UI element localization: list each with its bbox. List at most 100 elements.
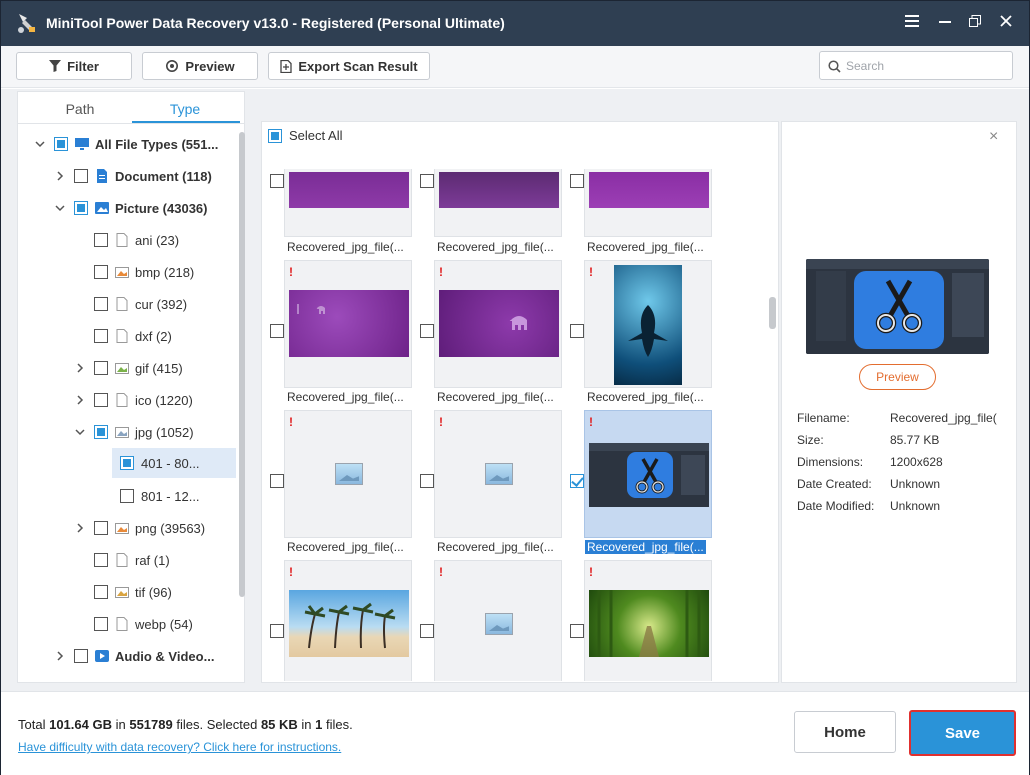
tree-item-ani[interactable]: ani (23) [94,228,179,252]
file-card[interactable] [284,169,412,237]
file-name[interactable]: Recovered_jpg_file(... [437,240,554,254]
file-checkbox[interactable] [270,624,284,638]
file-card[interactable]: ! [284,410,412,538]
tree-checkbox[interactable] [120,456,134,470]
tree-checkbox[interactable] [94,361,108,375]
tree-item-gif[interactable]: gif (415) [72,356,183,380]
file-card[interactable]: ! [284,560,412,681]
grid-scrollbar[interactable] [769,297,776,329]
close-icon[interactable] [996,13,1016,33]
chevron-right-icon[interactable] [52,648,68,664]
tree-checkbox[interactable] [120,489,134,503]
tab-type[interactable]: Type [135,101,235,117]
tree-checkbox[interactable] [74,649,88,663]
tree-checkbox[interactable] [94,393,108,407]
file-name[interactable]: Recovered_jpg_file(... [287,390,404,404]
search-box[interactable] [819,51,1013,80]
tree-checkbox[interactable] [94,553,108,567]
minimize-icon[interactable] [935,13,955,33]
filter-button[interactable]: Filter [16,52,132,80]
file-card[interactable] [584,169,712,237]
tree-checkbox[interactable] [94,265,108,279]
tree-item-audio-video[interactable]: Audio & Video... [52,644,214,668]
file-checkbox[interactable] [270,174,284,188]
search-input[interactable] [846,56,1006,76]
menu-icon[interactable] [902,13,922,33]
tree-item-all-file-types[interactable]: All File Types (551... [32,132,218,156]
file-card-selected[interactable]: ! [584,410,712,538]
file-name[interactable]: Recovered_jpg_file(... [437,390,554,404]
help-link[interactable]: Have difficulty with data recovery? Clic… [18,740,341,754]
tree-item-tif[interactable]: tif (96) [94,580,172,604]
tree-item-dxf[interactable]: dxf (2) [94,324,172,348]
file-grid: Recovered_jpg_file(... Recovered_jpg_fil… [263,169,763,681]
tree-checkbox[interactable] [94,297,108,311]
file-card[interactable]: ! [434,560,562,681]
tree-item-ico[interactable]: ico (1220) [72,388,193,412]
tree-item-size-801-1200[interactable]: 801 - 12... [120,484,200,508]
chevron-right-icon[interactable] [72,392,88,408]
tree-checkbox[interactable] [54,137,68,151]
file-name[interactable]: Recovered_jpg_file(... [587,240,704,254]
preview-button[interactable]: Preview [859,364,936,390]
total-size: 101.64 GB [49,717,112,732]
tree-item-jpg[interactable]: jpg (1052) [72,420,194,444]
file-checkbox[interactable] [270,474,284,488]
file-name[interactable]: Recovered_jpg_file(... [587,390,704,404]
file-card[interactable]: ! [584,260,712,388]
chevron-right-icon[interactable] [52,168,68,184]
tree-checkbox[interactable] [94,329,108,343]
chevron-down-icon[interactable] [32,136,48,152]
chevron-down-icon[interactable] [72,424,88,440]
close-preview-icon[interactable]: × [989,128,998,146]
file-checkbox[interactable] [270,324,284,338]
tree-checkbox[interactable] [94,617,108,631]
tree-item-bmp[interactable]: bmp (218) [94,260,194,284]
save-button[interactable]: Save [909,710,1016,756]
tree-item-picture[interactable]: Picture (43036) [52,196,208,220]
file-checkbox[interactable] [420,174,434,188]
tree-item-size-401-800[interactable]: 401 - 80... [112,448,236,478]
tree-item-cur[interactable]: cur (392) [94,292,187,316]
file-name[interactable]: Recovered_jpg_file(... [287,540,404,554]
chevron-right-icon[interactable] [72,360,88,376]
select-all-checkbox[interactable] [268,128,282,143]
file-checkbox[interactable] [420,474,434,488]
home-button[interactable]: Home [794,711,896,753]
tree-checkbox[interactable] [74,201,88,215]
tree-checkbox[interactable] [94,585,108,599]
tree-item-raf[interactable]: raf (1) [94,548,170,572]
file-name[interactable]: Recovered_jpg_file(... [287,240,404,254]
file-checkbox[interactable] [420,324,434,338]
tree-scrollbar[interactable] [239,132,245,597]
file-type-tree: All File Types (551... Document (118) Pi… [18,128,244,682]
file-checkbox[interactable] [570,624,584,638]
file-checkbox[interactable] [570,324,584,338]
file-name-selected[interactable]: Recovered_jpg_file(... [585,540,706,554]
file-card[interactable]: ! [434,260,562,388]
tree-checkbox[interactable] [94,233,108,247]
file-checkbox-checked[interactable] [570,474,584,488]
file-card[interactable]: ! [434,410,562,538]
file-card[interactable] [434,169,562,237]
file-name[interactable]: Recovered_jpg_file(... [437,540,554,554]
tree-checkbox[interactable] [94,521,108,535]
tree-checkbox[interactable] [94,425,108,439]
thumbnail-purple-elephant [289,290,409,357]
preview-label: Preview [185,58,235,74]
chevron-right-icon[interactable] [72,520,88,536]
preview-toolbar-button[interactable]: Preview [142,52,258,80]
tree-item-png[interactable]: png (39563) [72,516,205,540]
tree-item-webp[interactable]: webp (54) [94,612,193,636]
file-card[interactable]: ! [584,560,712,681]
file-card[interactable]: ! [284,260,412,388]
tab-path[interactable]: Path [30,101,130,117]
tree-checkbox[interactable] [74,169,88,183]
file-checkbox[interactable] [570,174,584,188]
chevron-down-icon[interactable] [52,200,68,216]
restore-icon[interactable] [965,13,985,33]
select-all[interactable]: Select All [268,128,342,143]
export-scan-result-button[interactable]: Export Scan Result [268,52,430,80]
file-checkbox[interactable] [420,624,434,638]
tree-item-document[interactable]: Document (118) [52,164,212,188]
